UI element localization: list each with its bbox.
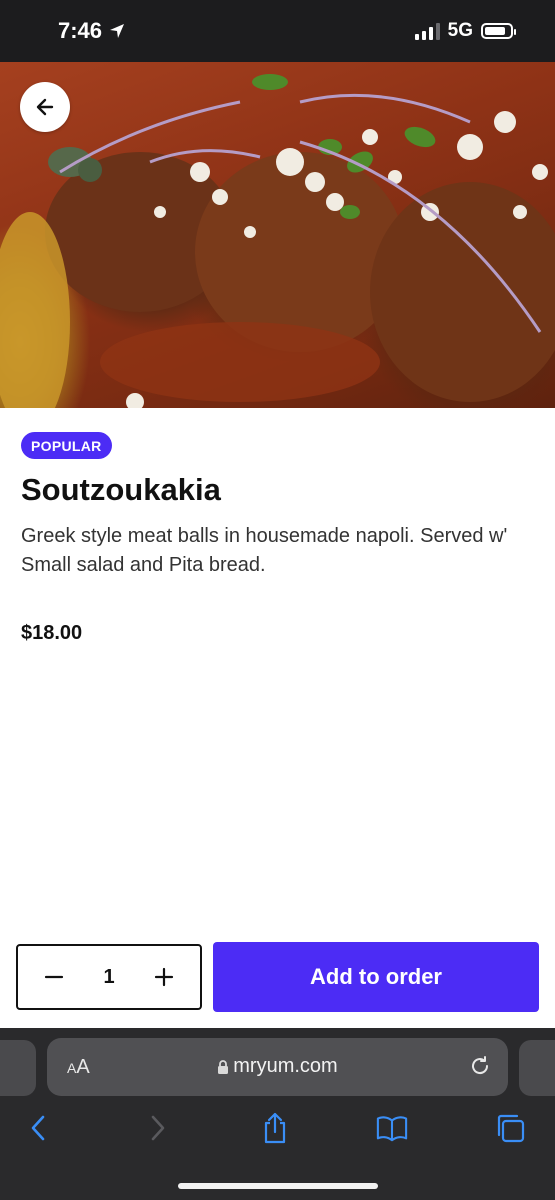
share-button[interactable]	[259, 1112, 291, 1144]
item-price: $18.00	[21, 622, 83, 644]
popular-badge: POPULAR	[21, 432, 112, 459]
chevron-left-icon	[31, 1115, 45, 1141]
item-title: Soutzoukakia	[21, 472, 221, 507]
lock-icon	[218, 1059, 229, 1074]
add-to-order-button[interactable]: Add to order	[213, 942, 539, 1012]
bookmarks-button[interactable]	[376, 1112, 408, 1144]
status-time: 7:46	[58, 18, 126, 44]
browser-toolbar	[0, 1108, 555, 1148]
tabs-button[interactable]	[494, 1112, 526, 1144]
chevron-right-icon	[151, 1115, 165, 1141]
minus-icon	[44, 975, 64, 979]
url-display[interactable]: mryum.com	[47, 1055, 508, 1078]
battery-icon	[481, 23, 516, 39]
book-icon	[376, 1116, 408, 1142]
dish-photo	[0, 62, 555, 408]
url-text: mryum.com	[233, 1055, 338, 1077]
share-icon	[264, 1112, 286, 1144]
status-bar: 7:46 5G	[0, 0, 555, 62]
increase-quantity-button[interactable]	[152, 965, 176, 989]
quantity-stepper: 1	[16, 944, 202, 1010]
tabs-icon	[497, 1114, 525, 1143]
previous-tab-preview[interactable]	[0, 1040, 36, 1096]
plus-icon	[154, 967, 174, 987]
dish-photo-art	[0, 74, 555, 408]
decrease-quantity-button[interactable]	[42, 965, 66, 989]
reload-icon	[472, 1056, 489, 1075]
browser-back-button[interactable]	[22, 1112, 54, 1144]
item-description: Greek style meat balls in housemade napo…	[21, 525, 508, 576]
status-indicators: 5G	[414, 20, 516, 42]
address-bar[interactable]: AA mryum.com	[47, 1038, 508, 1096]
signal-strength-icon	[414, 22, 440, 40]
network-type: 5G	[447, 20, 473, 41]
location-arrow-icon	[110, 24, 125, 38]
status-time-text: 7:46	[58, 18, 103, 43]
home-indicator	[178, 1183, 378, 1189]
next-tab-preview[interactable]	[519, 1040, 555, 1096]
arrow-left-icon	[36, 98, 54, 116]
reload-button[interactable]	[468, 1054, 492, 1083]
quantity-value: 1	[103, 965, 115, 988]
back-button[interactable]	[20, 82, 70, 132]
browser-forward-button[interactable]	[142, 1112, 174, 1144]
browser-chrome: AA mryum.com	[0, 1028, 555, 1200]
